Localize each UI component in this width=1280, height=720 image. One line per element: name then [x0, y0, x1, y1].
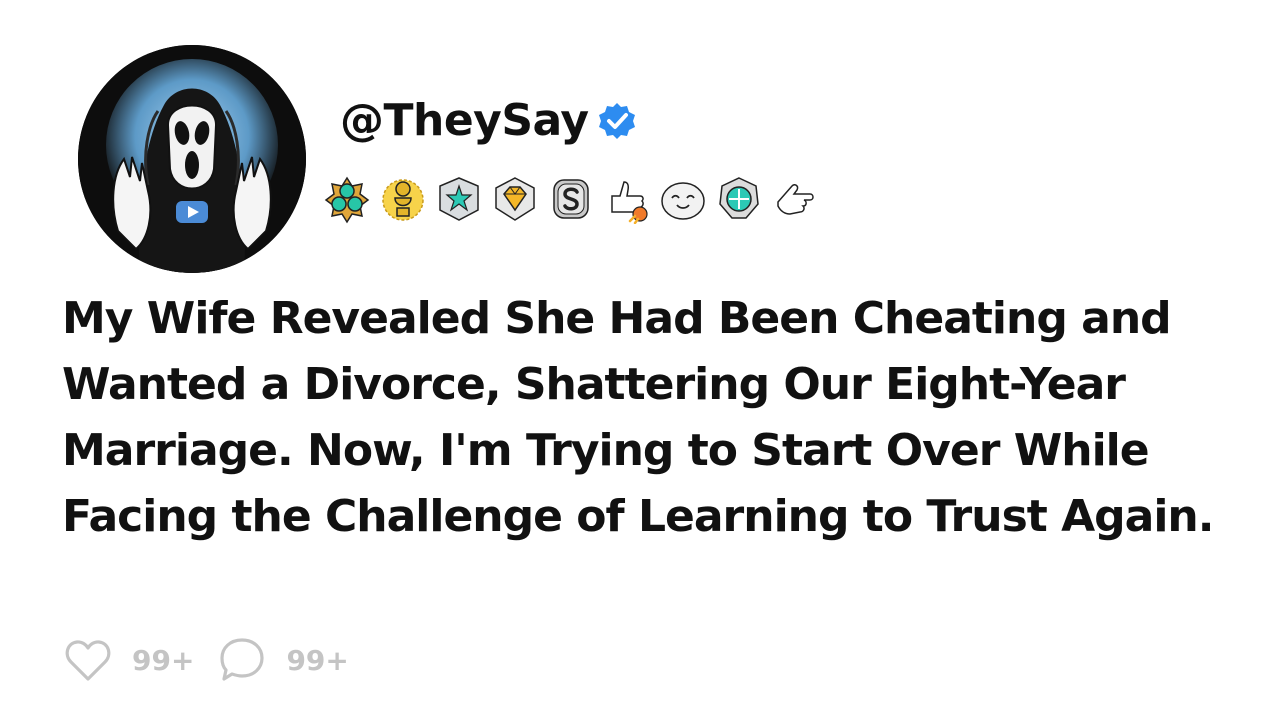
compass-gem-award-icon[interactable] — [714, 174, 764, 224]
gold-trophy-award-icon[interactable] — [378, 174, 428, 224]
author-row: @TheySay — [340, 92, 637, 150]
heart-outline-icon — [65, 640, 111, 681]
avatar[interactable] — [78, 45, 306, 273]
username[interactable]: @TheySay — [340, 92, 589, 150]
pointing-hand-award-icon[interactable] — [770, 174, 820, 224]
comment-count: 99+ — [286, 643, 349, 677]
gem-cluster-award-icon[interactable] — [322, 174, 372, 224]
rocket-thumbs-up-award-icon[interactable] — [602, 174, 652, 224]
silver-s-award-icon[interactable] — [546, 174, 596, 224]
speech-bubble-outline-icon — [220, 638, 265, 681]
diamond-award-icon[interactable] — [490, 174, 540, 224]
smiling-face-award-icon[interactable] — [658, 174, 708, 224]
post-title: My Wife Revealed She Had Been Cheating a… — [62, 293, 1214, 542]
star-shield-award-icon[interactable] — [434, 174, 484, 224]
like-button[interactable]: 99+ — [62, 634, 194, 686]
award-badges — [322, 172, 820, 226]
comment-button[interactable]: 99+ — [216, 634, 349, 686]
ghostface-avatar-icon — [78, 45, 306, 273]
verified-check-icon — [598, 103, 635, 139]
like-count: 99+ — [132, 643, 195, 677]
post-actions: 99+ 99+ — [62, 634, 349, 686]
post-card: @TheySay My Wife Revealed She Had Been C… — [0, 0, 1280, 720]
